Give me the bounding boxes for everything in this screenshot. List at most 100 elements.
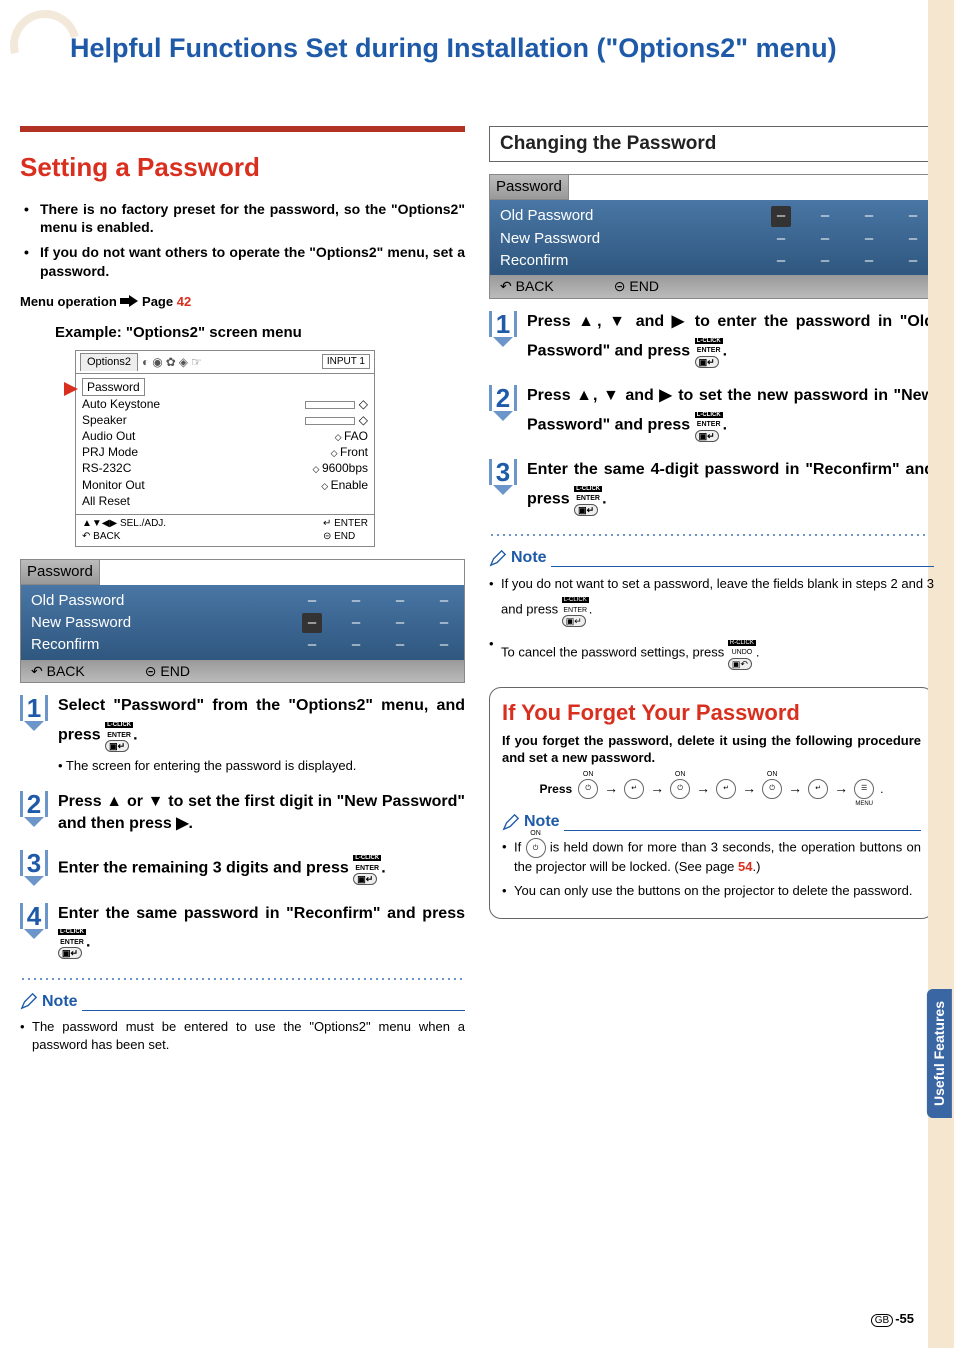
val-monitor-out: Enable: [321, 477, 368, 493]
step-4-text: Enter the same password in "Reconfirm" a…: [58, 903, 465, 961]
arrow-icon: [120, 294, 138, 312]
forget-password-box: If You Forget Your Password If you forge…: [489, 687, 934, 918]
on-button-icon: ⏻: [526, 838, 546, 858]
undo-key-icon: R-CLICKUNDO▣↶: [728, 635, 756, 671]
r-step-3-text: Enter the same 4-digit password in "Reco…: [527, 459, 934, 517]
changing-password-title: Changing the Password: [489, 126, 934, 162]
pwbox-header: Password: [21, 560, 100, 585]
enter-key-icon: L-CLICKENTER▣↵: [574, 481, 602, 517]
menu-item-prj-mode: PRJ Mode: [82, 444, 138, 460]
pwbox-old-label: Old Password: [31, 591, 181, 611]
enter-key-icon: L-CLICKENTER▣↵: [695, 333, 723, 369]
enter-key-icon: L-CLICKENTER▣↵: [695, 407, 723, 443]
pwbox-end-r: ⊝ END: [614, 277, 659, 296]
pencil-icon: [20, 992, 38, 1010]
step-1-sub: • The screen for entering the password i…: [58, 757, 465, 775]
val-audio-out: FAO: [335, 428, 368, 444]
on-button-icon: ⏻: [670, 779, 690, 799]
note-label-r: Note: [511, 547, 547, 569]
val-rs232c: 9600bps: [313, 460, 368, 476]
screen-tab-icons: ◐◉✿◈☞: [142, 354, 318, 370]
screen-footer-end: ⊝ END: [323, 531, 355, 542]
step-2-text: Press ▲ or ▼ to set the first digit in "…: [58, 791, 465, 834]
r-step-badge-1: 1: [489, 311, 517, 347]
forget-note-1: If ⏻ is held down for more than 3 second…: [502, 838, 921, 876]
r-step-badge-3: 3: [489, 459, 517, 495]
setting-password-title: Setting a Password: [20, 150, 465, 185]
intro-bullet-1: There is no factory preset for the passw…: [24, 200, 465, 238]
password-box-right: Password Old Password –––– New Password …: [489, 174, 934, 299]
pencil-icon: [489, 549, 507, 567]
enter-button-icon: ↵: [808, 779, 828, 799]
left-column: Setting a Password There is no factory p…: [20, 126, 465, 1059]
pwbox-header-r: Password: [490, 175, 569, 200]
dotted-separator: [20, 977, 465, 981]
note-body-left: The password must be entered to use the …: [20, 1018, 465, 1053]
selected-item-password: Password: [82, 378, 145, 396]
menu-item-auto-keystone: Auto Keystone: [82, 396, 160, 412]
press-sequence: Press ⏻ → ↵ → ⏻ → ↵ → ⏻ → ↵ → ☰ .: [502, 779, 921, 799]
forget-note-2: You can only use the buttons on the proj…: [502, 882, 921, 900]
page-number: GB-55: [871, 1310, 914, 1328]
menu-button-icon: ☰: [854, 779, 874, 799]
arrow-icon: →: [834, 779, 848, 798]
red-divider: [20, 126, 465, 132]
screen-input-label: INPUT 1: [322, 354, 370, 370]
note-header-forget: Note: [502, 811, 921, 833]
example-subtitle: Example: "Options2" screen menu: [55, 323, 465, 343]
pwbox-reconfirm-label-r: Reconfirm: [500, 251, 650, 271]
dotted-separator-r: [489, 533, 934, 537]
menu-item-rs232c: RS-232C: [82, 460, 131, 476]
note-label: Note: [42, 991, 78, 1013]
page-num-value: -55: [895, 1311, 914, 1326]
note-r-item-1: If you do not want to set a password, le…: [489, 575, 934, 629]
menu-item-audio-out: Audio Out: [82, 428, 135, 444]
step-badge-2: 2: [20, 791, 48, 827]
step-badge-1: 1: [20, 695, 48, 731]
pwbox-new-label-r: New Password: [500, 229, 650, 249]
selected-menu-item: Password: [82, 378, 368, 396]
pwbox-new-label: New Password: [31, 613, 181, 633]
note-left-item-1: The password must be entered to use the …: [20, 1018, 465, 1053]
menu-op-page-label: Page: [142, 294, 177, 309]
arrow-icon: →: [604, 779, 618, 798]
menu-op-label: Menu operation: [20, 294, 117, 309]
enter-key-icon: L-CLICKENTER▣↵: [105, 717, 133, 753]
arrow-icon: →: [696, 779, 710, 798]
arrow-icon: →: [742, 779, 756, 798]
left-steps: 1 Select "Password" from the "Options2" …: [20, 695, 465, 960]
side-tab-label: Useful Features: [927, 989, 952, 1118]
forget-title: If You Forget Your Password: [502, 698, 921, 728]
menu-operation-line: Menu operation Page 42: [20, 293, 465, 311]
enter-button-icon: ↵: [716, 779, 736, 799]
pwbox-back-r: ↶ BACK: [500, 277, 554, 296]
menu-item-monitor-out: Monitor Out: [82, 477, 145, 493]
r-step-1-text: Press ▲, ▼ and ▶ to enter the password i…: [527, 311, 934, 369]
enter-key-icon: L-CLICKENTER▣↵: [353, 850, 381, 886]
screen-footer-back: ↶ BACK: [82, 531, 120, 542]
title-bar: Helpful Functions Set during Installatio…: [20, 30, 934, 66]
pencil-icon: [502, 813, 520, 831]
screen-footer-enter: ↵ ENTER: [323, 518, 368, 529]
pwbox-end: ⊝ END: [145, 662, 190, 681]
region-badge: GB: [871, 1314, 893, 1327]
intro-bullet-2: If you do not want others to operate the…: [24, 243, 465, 281]
right-steps: 1 Press ▲, ▼ and ▶ to enter the password…: [489, 311, 934, 517]
options2-screen: Options2 ◐◉✿◈☞ INPUT 1 Password Auto Key…: [75, 350, 375, 547]
pwbox-old-label-r: Old Password: [500, 206, 650, 226]
screen-footer-sel: ▲▼◀▶ SEL./ADJ.: [82, 518, 166, 529]
step-badge-4: 4: [20, 903, 48, 939]
step-badge-3: 3: [20, 850, 48, 886]
note-body-right: If you do not want to set a password, le…: [489, 575, 934, 671]
note-r-item-2: To cancel the password settings, press R…: [489, 635, 934, 671]
step-1-text: Select "Password" from the "Options2" me…: [58, 695, 465, 775]
enter-button-icon: ↵: [624, 779, 644, 799]
on-button-icon: ⏻: [762, 779, 782, 799]
intro-bullets: There is no factory preset for the passw…: [20, 200, 465, 282]
side-tab: Useful Features: [928, 0, 954, 1348]
r-step-2-text: Press ▲, ▼ and ▶ to set the new password…: [527, 385, 934, 443]
menu-item-all-reset: All Reset: [82, 493, 130, 509]
val-prj-mode: Front: [331, 444, 368, 460]
menu-op-page-num: 42: [177, 294, 191, 309]
press-label: Press: [539, 781, 572, 797]
